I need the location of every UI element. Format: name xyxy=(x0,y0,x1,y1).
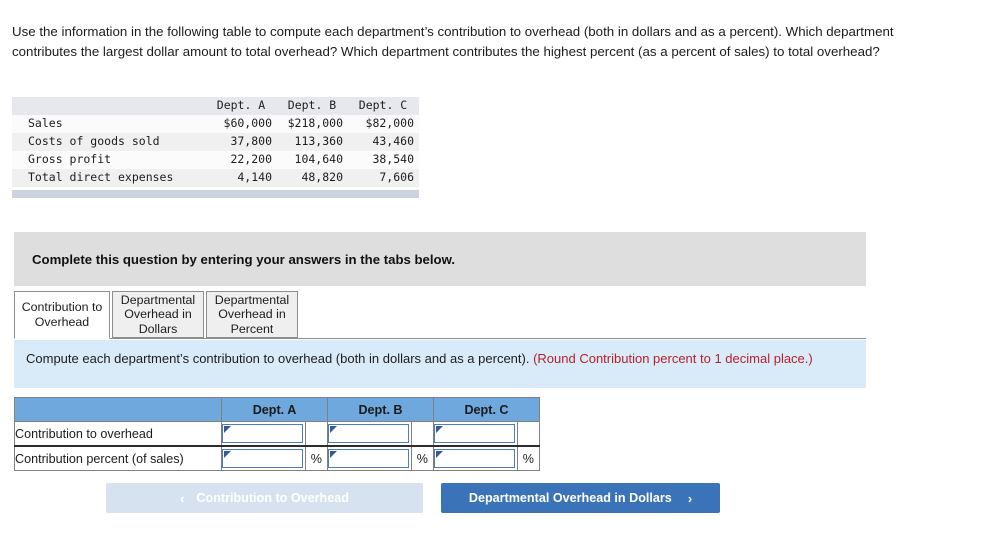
answer-row-contribution-percent: Contribution percent (of sales) % % % xyxy=(14,445,541,471)
table-footer-band xyxy=(12,190,419,198)
row-label-cogs: Costs of goods sold xyxy=(28,134,160,148)
answer-cell-percent-dept-a[interactable] xyxy=(221,445,306,471)
question-prompt-text: Use the information in the following tab… xyxy=(12,24,894,59)
cell-sales-dept-b: $218,000 xyxy=(287,116,343,130)
column-header-dept-a: Dept. A xyxy=(216,98,266,112)
answer-header-dept-a: Dept. A xyxy=(221,397,328,422)
complete-question-banner: Complete this question by entering your … xyxy=(14,232,866,286)
tab-departmental-overhead-in-percent[interactable]: Departmental Overhead in Percent xyxy=(206,291,298,338)
column-header-dept-b: Dept. B xyxy=(287,98,337,112)
source-data-table: Dept. A Dept. B Dept. C Sales $60,000 $2… xyxy=(12,97,419,198)
answer-header-dept-b: Dept. B xyxy=(327,397,434,422)
cell-gross-profit-dept-a: 22,200 xyxy=(230,152,272,166)
answer-cell-percent-dept-c[interactable] xyxy=(433,445,518,471)
input-percent-dept-c[interactable] xyxy=(435,450,514,467)
input-overhead-dept-b[interactable] xyxy=(329,425,408,442)
column-header-dept-c: Dept. C xyxy=(358,98,408,112)
table-header-row: Dept. A Dept. B Dept. C xyxy=(12,97,419,115)
answer-corner-header xyxy=(14,397,222,422)
unit-overhead-dept-c xyxy=(516,421,541,447)
cell-sales-dept-a: $60,000 xyxy=(223,116,272,130)
input-overhead-dept-c[interactable] xyxy=(435,425,514,442)
next-tab-button[interactable]: Departmental Overhead in Dollars › xyxy=(441,483,720,513)
unit-percent-dept-b: % xyxy=(410,445,435,471)
input-wrapper xyxy=(328,449,409,468)
input-overhead-dept-a[interactable] xyxy=(223,425,302,442)
tab-departmental-overhead-in-dollars[interactable]: Departmental Overhead in Dollars xyxy=(112,291,204,338)
unit-percent-dept-c: % xyxy=(516,445,541,471)
answer-entry-grid: Dept. A Dept. B Dept. C Contribution to … xyxy=(14,397,541,471)
answer-cell-overhead-dept-c[interactable] xyxy=(433,421,518,447)
cell-gross-profit-dept-b: 104,640 xyxy=(294,152,343,166)
question-prompt: Use the information in the following tab… xyxy=(12,22,940,61)
tab-contribution-to-overhead[interactable]: Contribution to Overhead xyxy=(14,291,110,339)
answer-row-label: Contribution percent (of sales) xyxy=(14,445,222,471)
tab-bar: Contribution to Overhead Departmental Ov… xyxy=(14,291,866,339)
cell-cogs-dept-b: 113,360 xyxy=(294,134,343,148)
table-row: Total direct expenses 4,140 48,820 7,606 xyxy=(12,169,419,187)
cell-cogs-dept-a: 37,800 xyxy=(230,134,272,148)
tab-label: Departmental Overhead in Dollars xyxy=(120,292,196,336)
column-header-blank xyxy=(12,97,206,115)
cell-gross-profit-dept-c: 38,540 xyxy=(372,152,414,166)
answer-row-label: Contribution to overhead xyxy=(14,421,222,447)
answer-cell-percent-dept-b[interactable] xyxy=(327,445,412,471)
row-label-sales: Sales xyxy=(28,116,63,130)
input-percent-dept-a[interactable] xyxy=(223,450,302,467)
table-row: Sales $60,000 $218,000 $82,000 xyxy=(12,115,419,133)
cell-marker-icon xyxy=(436,426,443,433)
instruction-strip: Compute each department’s contribution t… xyxy=(14,340,866,388)
tab-label: Departmental Overhead in Percent xyxy=(214,292,290,336)
instruction-main-text: Compute each department’s contribution t… xyxy=(26,351,530,366)
cell-marker-icon xyxy=(436,451,443,458)
next-tab-button-label: Departmental Overhead in Dollars xyxy=(468,491,672,505)
input-percent-dept-b[interactable] xyxy=(329,450,408,467)
cell-sales-dept-c: $82,000 xyxy=(365,116,414,130)
row-label-gross-profit: Gross profit xyxy=(28,152,112,166)
input-wrapper xyxy=(434,424,515,443)
previous-tab-button-label: Contribution to Overhead xyxy=(196,491,349,505)
previous-tab-button[interactable]: ‹ Contribution to Overhead xyxy=(106,483,423,513)
cell-marker-icon xyxy=(330,451,337,458)
cell-cogs-dept-c: 43,460 xyxy=(372,134,414,148)
answer-entry-table: Dept. A Dept. B Dept. C Contribution to … xyxy=(14,397,541,471)
cell-marker-icon xyxy=(330,426,337,433)
unit-overhead-dept-b xyxy=(410,421,435,447)
answer-cell-overhead-dept-a[interactable] xyxy=(221,421,306,447)
answer-header-dept-c: Dept. C xyxy=(433,397,540,422)
row-label-total-direct-expenses: Total direct expenses xyxy=(28,170,174,184)
tab-navigation: ‹ Contribution to Overhead Departmental … xyxy=(0,483,983,513)
complete-question-banner-text: Complete this question by entering your … xyxy=(32,251,456,267)
answer-header-row: Dept. A Dept. B Dept. C xyxy=(14,397,540,422)
input-wrapper xyxy=(222,449,303,468)
answer-row-contribution-to-overhead: Contribution to overhead xyxy=(14,421,541,447)
cell-expenses-dept-b: 48,820 xyxy=(301,170,343,184)
instruction-rounding-note: (Round Contribution percent to 1 decimal… xyxy=(533,351,813,366)
source-data-table-grid: Dept. A Dept. B Dept. C Sales $60,000 $2… xyxy=(12,97,419,187)
answer-cell-overhead-dept-b[interactable] xyxy=(327,421,412,447)
chevron-right-icon: › xyxy=(687,490,693,506)
cell-expenses-dept-a: 4,140 xyxy=(237,170,272,184)
unit-percent-dept-a: % xyxy=(304,445,329,471)
tab-label: Contribution to Overhead xyxy=(21,300,103,329)
input-wrapper xyxy=(328,424,409,443)
input-wrapper xyxy=(222,424,303,443)
chevron-left-icon: ‹ xyxy=(180,490,185,506)
cell-marker-icon xyxy=(224,426,231,433)
table-row: Gross profit 22,200 104,640 38,540 xyxy=(12,151,419,169)
table-row: Costs of goods sold 37,800 113,360 43,46… xyxy=(12,133,419,151)
cell-marker-icon xyxy=(224,451,231,458)
unit-overhead-dept-a xyxy=(304,421,329,447)
cell-expenses-dept-c: 7,606 xyxy=(379,170,414,184)
input-wrapper xyxy=(434,449,515,468)
